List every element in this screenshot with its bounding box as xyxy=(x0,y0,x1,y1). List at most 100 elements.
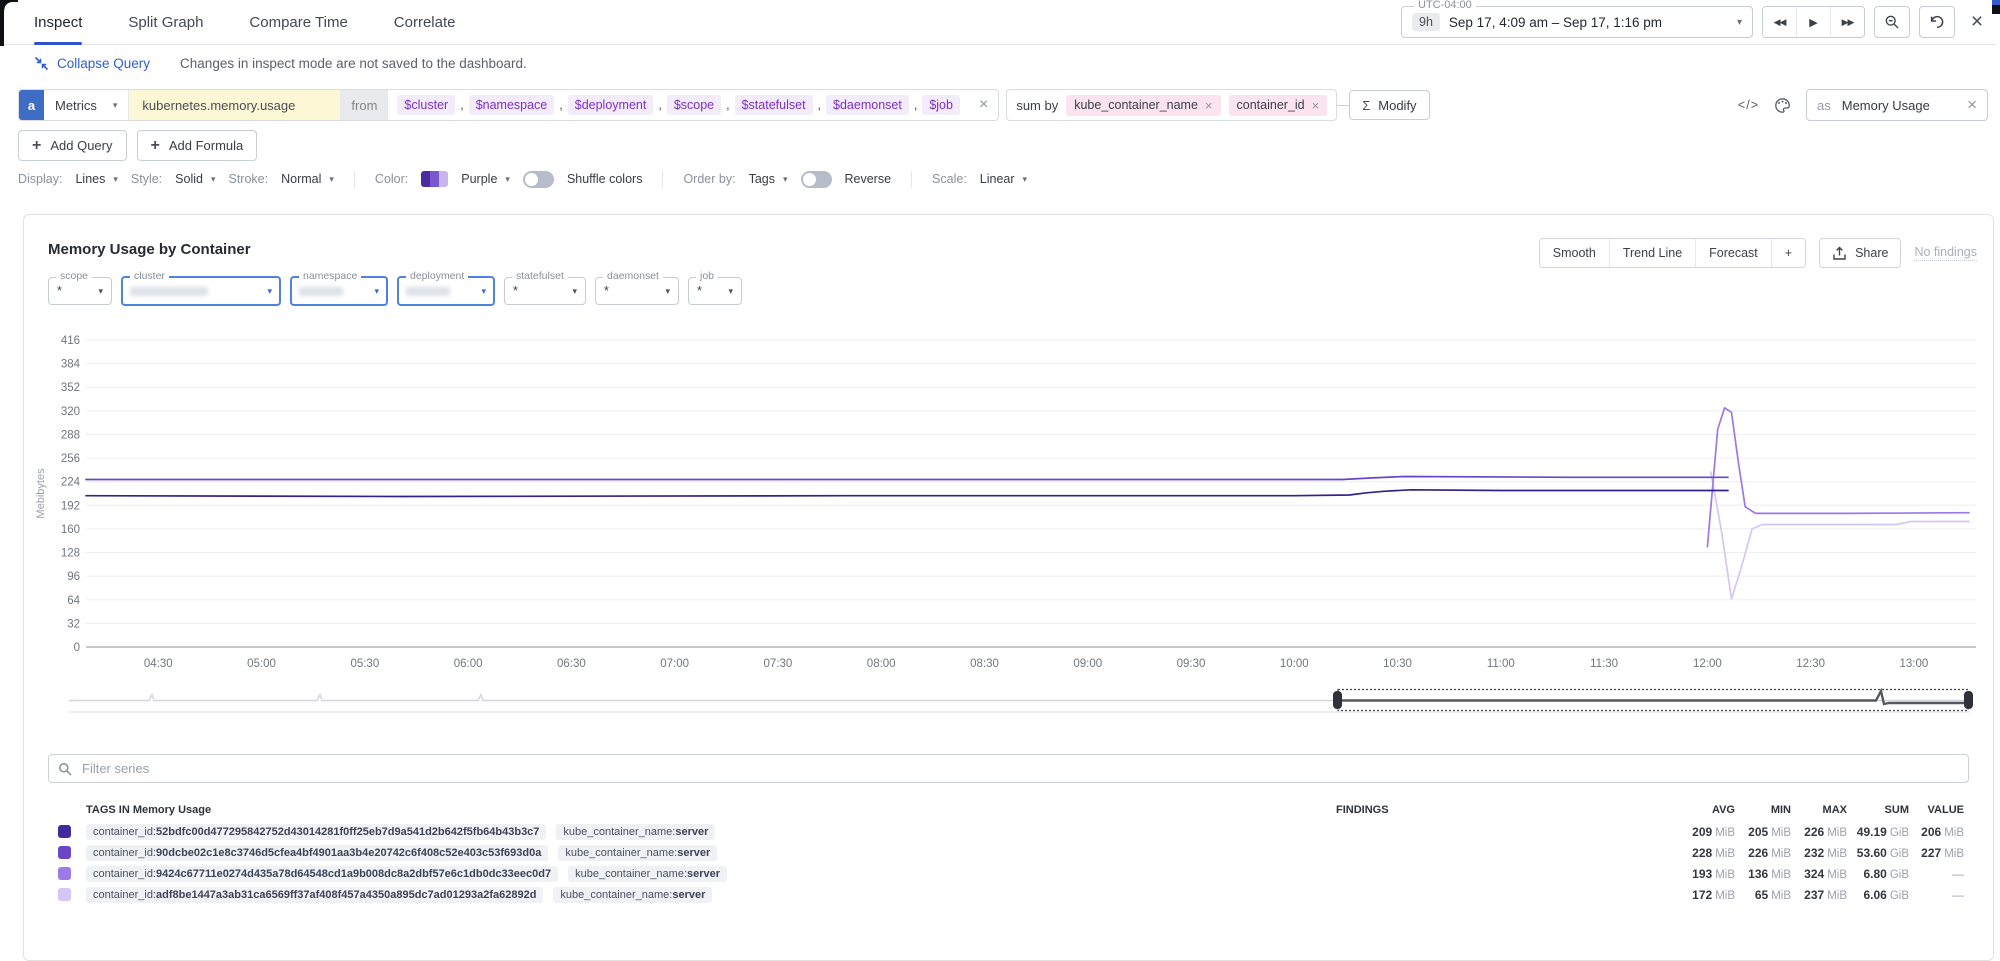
graph-title: Memory Usage by Container xyxy=(48,241,251,258)
clear-alias-icon[interactable]: × xyxy=(1967,95,1977,115)
tab-inspect[interactable]: Inspect xyxy=(34,0,83,45)
metric-name-input[interactable]: kubernetes.memory.usage xyxy=(129,90,341,120)
tab-split-graph[interactable]: Split Graph xyxy=(128,0,203,44)
filter-value: * xyxy=(697,284,702,298)
max-column-header[interactable]: MAX xyxy=(1791,804,1847,816)
brush-selection[interactable] xyxy=(1337,688,1969,712)
add-formula-button[interactable]: + Add Formula xyxy=(136,130,258,161)
tag-pill[interactable]: container_id:adf8be1447a3ab31ca6569ff37a… xyxy=(86,886,544,903)
time-backward-button[interactable]: ◀◀ xyxy=(1763,7,1796,37)
comma-separator: , xyxy=(913,98,918,112)
filter-label: statefulset xyxy=(512,270,568,282)
add-query-button[interactable]: + Add Query xyxy=(18,130,127,161)
filter-daemonset[interactable]: daemonset * ▾ xyxy=(595,270,679,305)
notice-row: Collapse Query Changes in inspect mode a… xyxy=(4,47,527,79)
time-range-selector[interactable]: UTC-04:00 9h Sep 17, 4:09 am – Sep 17, 1… xyxy=(1401,0,1753,38)
series-row[interactable]: container_id:9424c67711e0274d435a78d6454… xyxy=(24,863,1993,884)
filter-namespace[interactable]: namespace ▾ xyxy=(290,270,388,306)
stat-sum: 6.80 GiB xyxy=(1863,866,1909,881)
sum-column-header[interactable]: SUM xyxy=(1847,804,1909,816)
brush-handle-right[interactable] xyxy=(1964,691,1973,709)
tag-pill[interactable]: container_id:52bdfc00d477295842752d43014… xyxy=(86,823,547,840)
stroke-select[interactable]: Normal ▾ xyxy=(281,172,334,186)
template-var-pill[interactable]: $job xyxy=(922,95,960,115)
template-var-pill[interactable]: $cluster xyxy=(397,95,456,115)
min-column-header[interactable]: MIN xyxy=(1735,804,1791,816)
template-var-pill[interactable]: $deployment xyxy=(567,95,654,115)
scale-select[interactable]: Linear ▾ xyxy=(980,172,1027,186)
reset-time-button[interactable] xyxy=(1919,6,1955,38)
remove-tag-icon[interactable]: × xyxy=(1205,98,1213,113)
tag-pill[interactable]: kube_container_name:server xyxy=(568,865,728,882)
svg-text:12:00: 12:00 xyxy=(1693,658,1722,670)
chevron-down-icon: ▾ xyxy=(505,173,510,184)
data-source-select[interactable]: Metrics ▾ xyxy=(44,90,130,120)
collapse-query-link[interactable]: Collapse Query xyxy=(34,56,150,71)
no-findings-link[interactable]: No findings xyxy=(1914,245,1977,261)
display-options-row: Display: Lines ▾ Style: Solid ▾ Stroke: No… xyxy=(18,169,1027,189)
display-select[interactable]: Lines ▾ xyxy=(75,172,117,186)
tag-pill[interactable]: kube_container_name:server xyxy=(558,844,718,861)
chevron-down-icon: ▾ xyxy=(329,173,334,184)
series-row[interactable]: container_id:adf8be1447a3ab31ca6569ff37a… xyxy=(24,884,1993,905)
value-column-header[interactable]: VALUE xyxy=(1909,804,1964,816)
group-by-tag-pill[interactable]: kube_container_name × xyxy=(1066,94,1221,116)
series-row[interactable]: container_id:90dcbe02c1e8c3746d5cfea4bf4… xyxy=(24,842,1993,863)
tag-pill[interactable]: kube_container_name:server xyxy=(556,823,716,840)
tab-compare-time[interactable]: Compare Time xyxy=(249,0,347,44)
filter-series-input[interactable] xyxy=(80,760,1959,777)
tag-pill[interactable]: container_id:90dcbe02c1e8c3746d5cfea4bf4… xyxy=(86,844,549,861)
template-filter-row: scope * ▾ cluster ▾ namespace ▾ deployment ▾ stat… xyxy=(48,270,742,306)
zoom-out-button[interactable] xyxy=(1874,6,1910,38)
time-forward-button[interactable]: ▶▶ xyxy=(1830,7,1864,37)
as-label: as xyxy=(1817,97,1831,113)
palette-icon[interactable] xyxy=(1774,97,1791,114)
filter-statefulset[interactable]: statefulset * ▾ xyxy=(504,270,586,305)
template-var-pill[interactable]: $scope xyxy=(666,95,722,115)
palette-swatch[interactable] xyxy=(421,171,449,187)
svg-text:04:30: 04:30 xyxy=(144,658,173,670)
template-var-pill[interactable]: $daemonset xyxy=(826,95,909,115)
brush-handle-left[interactable] xyxy=(1333,691,1342,709)
order-by-select[interactable]: Tags ▾ xyxy=(749,172,788,186)
query-editor-row: a Metrics ▾ kubernetes.memory.usage from… xyxy=(18,89,1988,121)
shuffle-colors-toggle[interactable] xyxy=(522,170,554,188)
remove-tag-icon[interactable]: × xyxy=(1312,98,1320,113)
tag-pill[interactable]: kube_container_name:server xyxy=(553,886,713,903)
minimap-series-line xyxy=(69,692,1969,702)
color-select[interactable]: Purple ▾ xyxy=(461,172,510,186)
filter-cluster[interactable]: cluster ▾ xyxy=(121,270,281,306)
modify-button[interactable]: Σ Modify xyxy=(1349,90,1430,120)
reverse-toggle[interactable] xyxy=(800,170,832,188)
tool-button-forecast[interactable]: Forecast xyxy=(1695,239,1771,267)
filter-label: deployment xyxy=(406,270,469,282)
filter-series-box[interactable] xyxy=(48,754,1969,783)
filter-scope[interactable]: scope * ▾ xyxy=(48,270,112,305)
code-view-icon[interactable]: </> xyxy=(1738,98,1759,112)
filter-job[interactable]: job * ▾ xyxy=(688,270,742,305)
series-color-swatch xyxy=(58,888,71,901)
close-modal-button[interactable]: × xyxy=(1964,10,1990,34)
minimap-brush[interactable] xyxy=(69,687,1973,713)
tool-button-smooth[interactable]: Smooth xyxy=(1539,239,1609,267)
share-button[interactable]: Share xyxy=(1819,238,1902,268)
plus-icon: + xyxy=(32,136,42,154)
series-line xyxy=(1706,407,1970,548)
tag-pill[interactable]: container_id:9424c67711e0274d435a78d6454… xyxy=(86,865,559,882)
group-by-tag-pill[interactable]: container_id × xyxy=(1228,94,1328,116)
clear-from-icon[interactable]: × xyxy=(969,90,998,120)
svg-text:12:30: 12:30 xyxy=(1796,658,1825,670)
style-select[interactable]: Solid ▾ xyxy=(175,172,215,186)
svg-text:11:30: 11:30 xyxy=(1590,658,1618,670)
tab-correlate[interactable]: Correlate xyxy=(394,0,456,44)
tool-button-[interactable]: + xyxy=(1770,239,1806,267)
series-row[interactable]: container_id:52bdfc00d477295842752d43014… xyxy=(24,821,1993,842)
time-play-button[interactable]: ▶ xyxy=(1796,7,1830,37)
avg-column-header[interactable]: AVG xyxy=(1659,804,1735,816)
scale-label: Scale: xyxy=(932,172,967,186)
tool-button-trend-line[interactable]: Trend Line xyxy=(1608,239,1696,267)
filter-deployment[interactable]: deployment ▾ xyxy=(397,270,495,306)
alias-input[interactable]: as Memory Usage × xyxy=(1806,89,1988,121)
template-var-pill[interactable]: $statefulset xyxy=(734,95,813,115)
template-var-pill[interactable]: $namespace xyxy=(468,95,555,115)
